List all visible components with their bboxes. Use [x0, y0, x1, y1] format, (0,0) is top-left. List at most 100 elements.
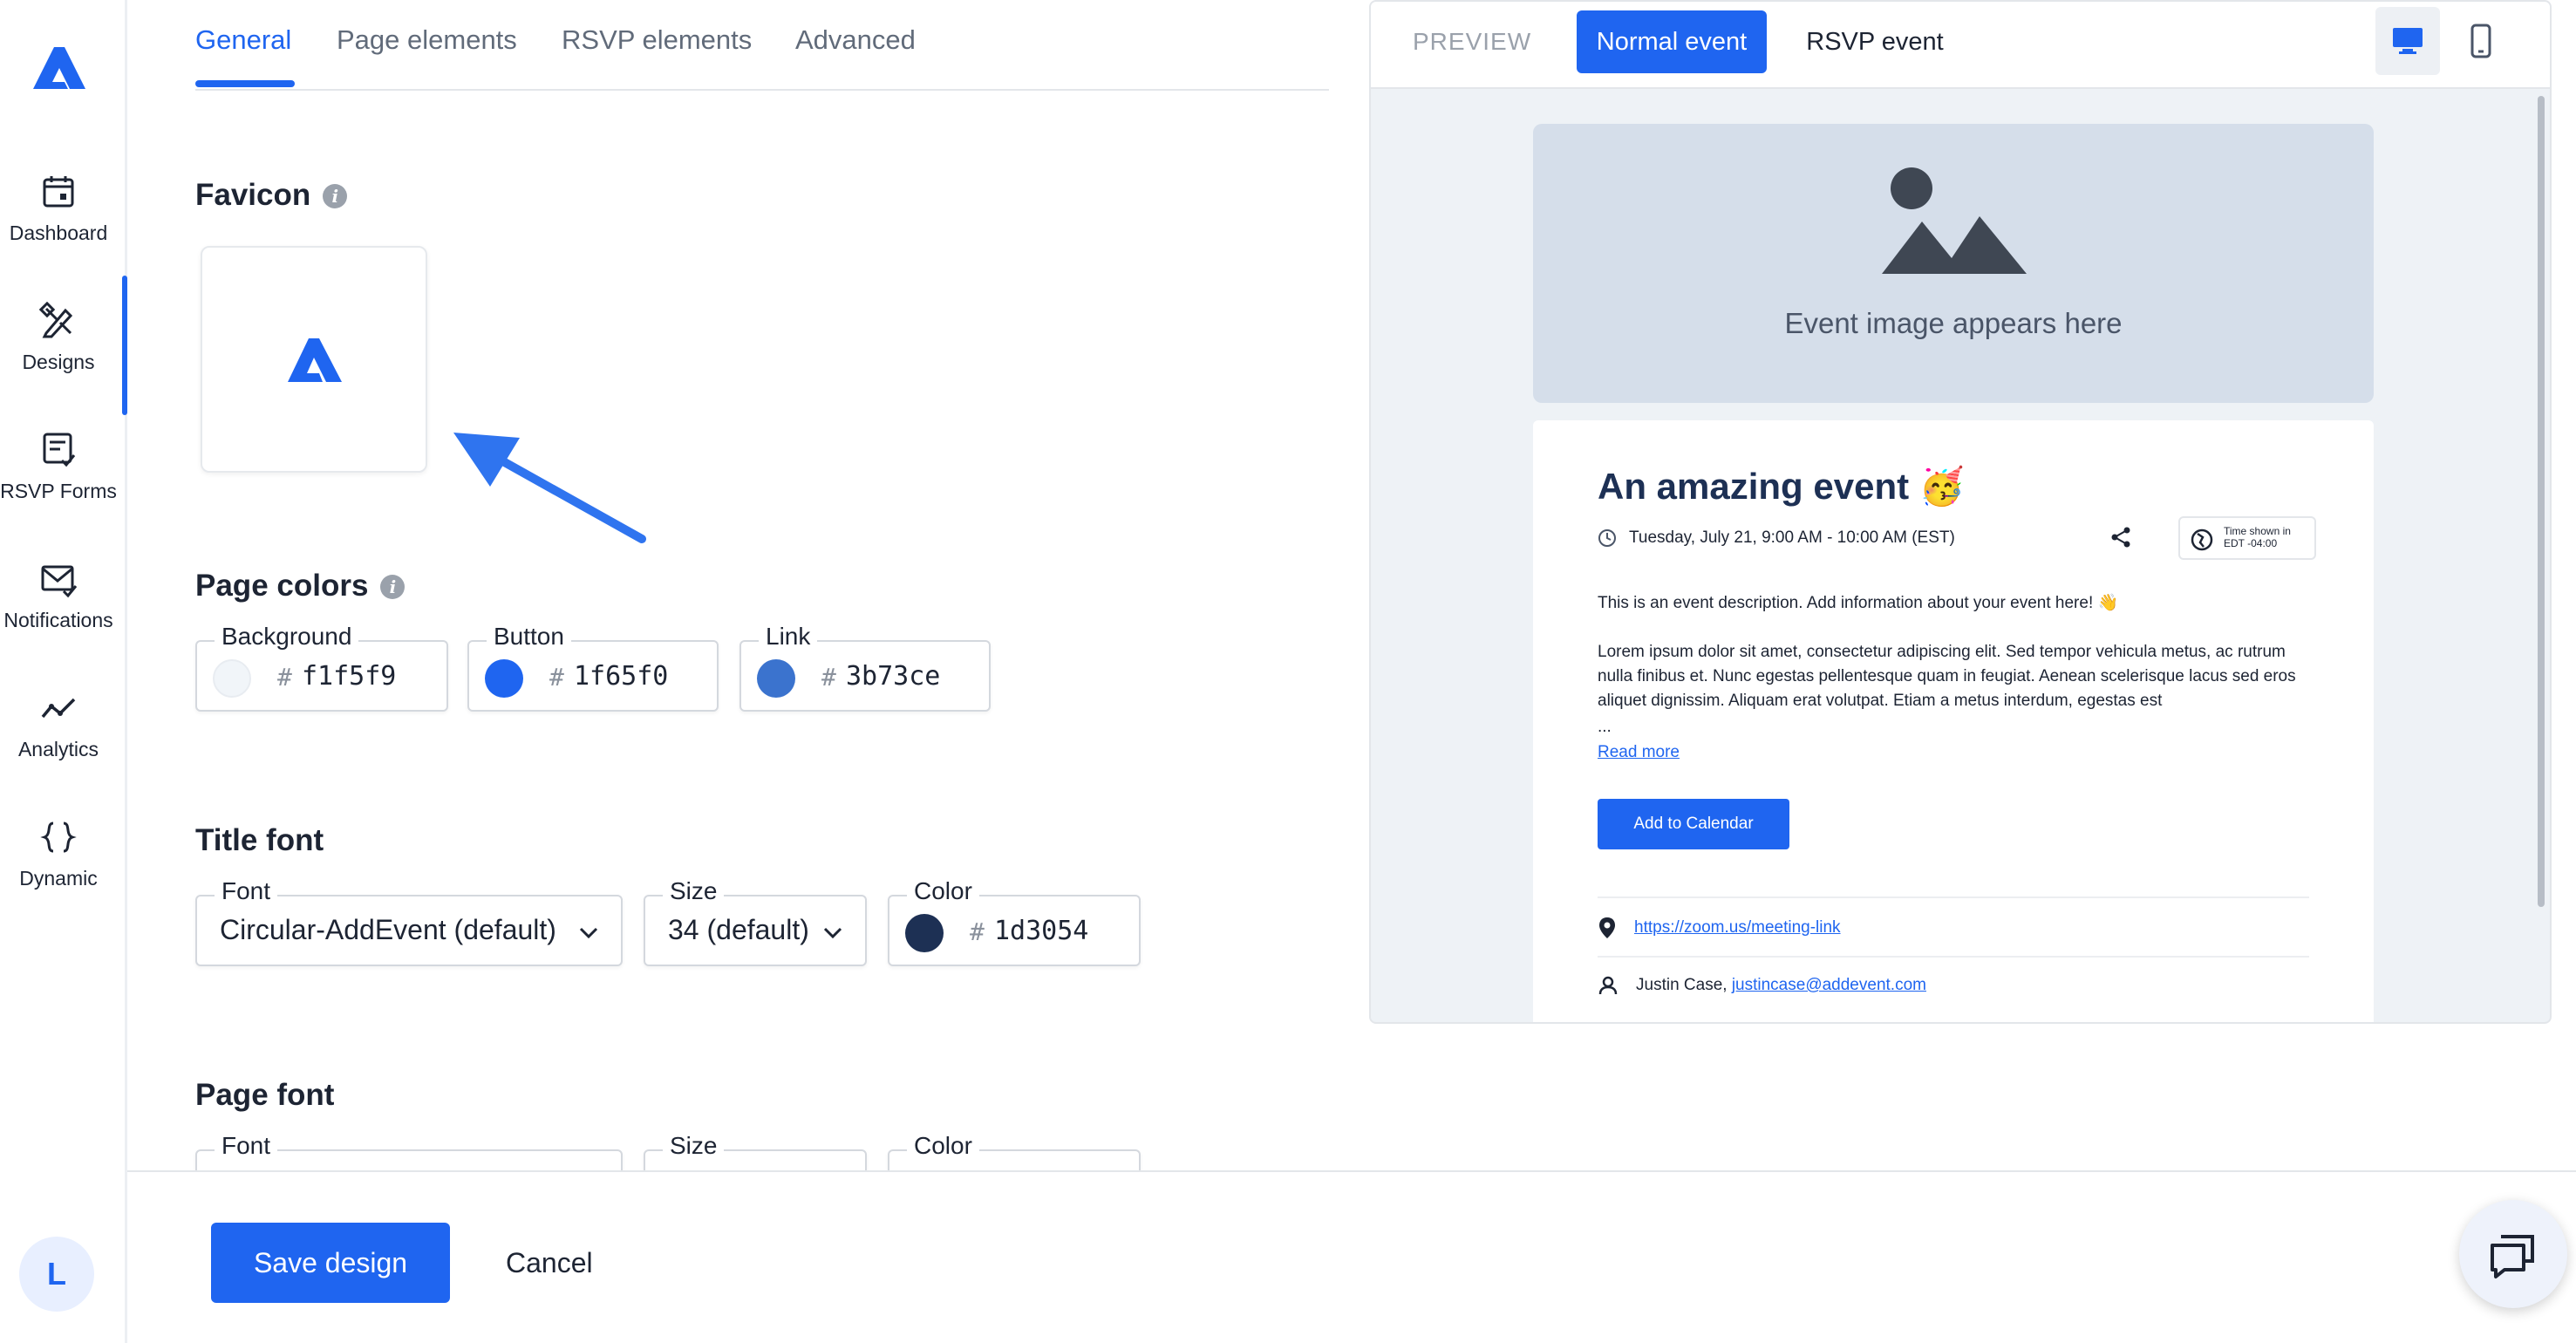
chat-icon: [2491, 1235, 2534, 1278]
save-design-button[interactable]: Save design: [211, 1223, 450, 1303]
sidebar-item-label: RSVP Forms: [0, 480, 117, 502]
event-title-text: An amazing event: [1598, 466, 1910, 507]
chevron-down-icon: [579, 927, 598, 939]
sidebar-item-label: Dashboard: [9, 222, 108, 244]
tz-line2: EDT -04:00: [2224, 537, 2278, 549]
info-icon[interactable]: i: [380, 575, 405, 599]
datetime-text: Tuesday, July 21, 9:00 AM - 10:00 AM (ES…: [1629, 528, 1955, 547]
mobile-view-button[interactable]: [2449, 7, 2513, 75]
title-font-section-title: Title font: [195, 823, 324, 857]
support-chat-button[interactable]: [2459, 1200, 2567, 1308]
mobile-icon: [2470, 24, 2491, 58]
field-label: Color: [907, 877, 979, 905]
hex-value[interactable]: f1f5f9: [302, 661, 396, 692]
location-link[interactable]: https://zoom.us/meeting-link: [1634, 918, 1841, 937]
sidebar-item-analytics[interactable]: Analytics: [0, 689, 127, 811]
hex-value[interactable]: 3b73ce: [846, 661, 940, 692]
hex-value[interactable]: 1d3054: [994, 916, 1088, 946]
event-location: https://zoom.us/meeting-link: [1598, 916, 1841, 940]
title-font-select[interactable]: Font Circular-AddEvent (default): [195, 877, 623, 966]
cancel-button[interactable]: Cancel: [506, 1223, 593, 1303]
color-swatch[interactable]: [757, 659, 795, 698]
tab-rsvp-elements[interactable]: RSVP elements: [562, 24, 752, 56]
button-color-field[interactable]: Button # 1f65f0: [467, 623, 719, 712]
field-label: Color: [907, 1132, 979, 1160]
page-colors-title: Page colors: [195, 569, 369, 603]
title-size-select[interactable]: Size 34 (default): [644, 877, 867, 966]
field-label: Font: [215, 1132, 278, 1160]
preview-panel: PREVIEW Normal event RSVP event Event im…: [1369, 0, 2552, 1024]
hash-prefix: #: [821, 663, 836, 692]
timezone-selector[interactable]: Time shown in EDT -04:00: [2178, 516, 2316, 560]
background-color-field[interactable]: Background # f1f5f9: [195, 623, 448, 712]
hash-prefix: #: [277, 663, 292, 692]
organizer-email-link[interactable]: justincase@addevent.com: [1732, 976, 1926, 994]
calendar-icon: [43, 176, 74, 208]
field-label: Size: [663, 1132, 725, 1160]
color-swatch[interactable]: [485, 659, 523, 698]
active-tab-indicator: [195, 80, 295, 87]
sidebar-item-notifications[interactable]: Notifications: [0, 560, 127, 682]
sidebar: Dashboard Designs RSVP Forms Notificatio…: [0, 0, 127, 1343]
info-icon[interactable]: i: [323, 184, 348, 208]
sidebar-item-label: Notifications: [3, 609, 113, 631]
field-label: Link: [759, 623, 818, 651]
color-swatch[interactable]: [905, 914, 944, 952]
tz-line1: Time shown in: [2224, 525, 2291, 537]
preview-label: PREVIEW: [1413, 28, 1532, 55]
title-color-field[interactable]: Color # 1d3054: [888, 877, 1141, 966]
event-card: An amazing event 🥳 Tuesday, July 21, 9:0…: [1533, 420, 2374, 1022]
globe-icon: [2191, 528, 2213, 551]
event-image-placeholder: Event image appears here: [1533, 124, 2374, 403]
location-pin-icon: [1599, 917, 1615, 938]
field-label: Font: [215, 877, 278, 905]
line-chart-icon: [41, 698, 76, 719]
page-colors-section-title: Page colors i: [195, 569, 405, 603]
favicon-logo-icon: [288, 338, 342, 382]
desktop-view-button[interactable]: [2375, 7, 2440, 75]
image-placeholder-icon: [1882, 167, 2027, 274]
event-datetime: Tuesday, July 21, 9:00 AM - 10:00 AM (ES…: [1598, 528, 1955, 548]
description-ellipsis: ...: [1598, 718, 1612, 736]
event-description: This is an event description. Add inform…: [1598, 594, 2119, 612]
rsvp-event-toggle[interactable]: RSVP event: [1788, 10, 1962, 73]
addevent-logo-icon[interactable]: [26, 35, 91, 99]
sidebar-item-label: Dynamic: [19, 867, 98, 890]
favicon-title: Favicon: [195, 178, 311, 212]
organizer-text: Justin Case, justincase@addevent.com: [1636, 976, 1926, 995]
chevron-down-icon: [823, 927, 842, 939]
color-swatch[interactable]: [213, 659, 251, 698]
tab-page-elements[interactable]: Page elements: [337, 24, 517, 56]
designs-tools-icon: [39, 302, 73, 338]
sidebar-item-dashboard[interactable]: Dashboard: [0, 173, 127, 295]
link-color-field[interactable]: Link # 3b73ce: [739, 623, 991, 712]
pointer-arrow-icon: [453, 433, 646, 543]
clock-icon: [1598, 529, 1616, 547]
share-icon[interactable]: [2109, 525, 2133, 549]
field-label: Button: [487, 623, 571, 651]
read-more-link[interactable]: Read more: [1598, 743, 1680, 762]
preview-scrollbar[interactable]: [2538, 96, 2545, 907]
normal-event-toggle[interactable]: Normal event: [1577, 10, 1767, 73]
action-bar: Save design Cancel: [127, 1170, 2576, 1343]
braces-icon: [40, 821, 77, 853]
sidebar-item-label: Designs: [22, 351, 95, 373]
person-icon: [1598, 976, 1618, 995]
tab-advanced[interactable]: Advanced: [795, 24, 916, 56]
sidebar-item-dynamic[interactable]: Dynamic: [0, 818, 127, 940]
add-to-calendar-button[interactable]: Add to Calendar: [1598, 799, 1789, 849]
favicon-upload[interactable]: [201, 246, 427, 473]
user-avatar[interactable]: L: [19, 1237, 94, 1312]
preview-header: PREVIEW Normal event RSVP event: [1371, 2, 2550, 89]
hash-prefix: #: [970, 917, 985, 946]
sidebar-item-rsvp-forms[interactable]: RSVP Forms: [0, 431, 127, 553]
hex-value[interactable]: 1f65f0: [574, 661, 668, 692]
tab-general[interactable]: General: [195, 24, 291, 56]
sidebar-item-designs[interactable]: Designs: [0, 276, 127, 424]
select-value: 34 (default): [668, 914, 809, 945]
desktop-icon: [2393, 28, 2423, 54]
settings-tabs: General Page elements RSVP elements Adva…: [195, 0, 1329, 91]
form-check-icon: [43, 433, 76, 467]
party-emoji-icon: 🥳: [1918, 466, 1966, 507]
divider: [1598, 956, 2309, 958]
